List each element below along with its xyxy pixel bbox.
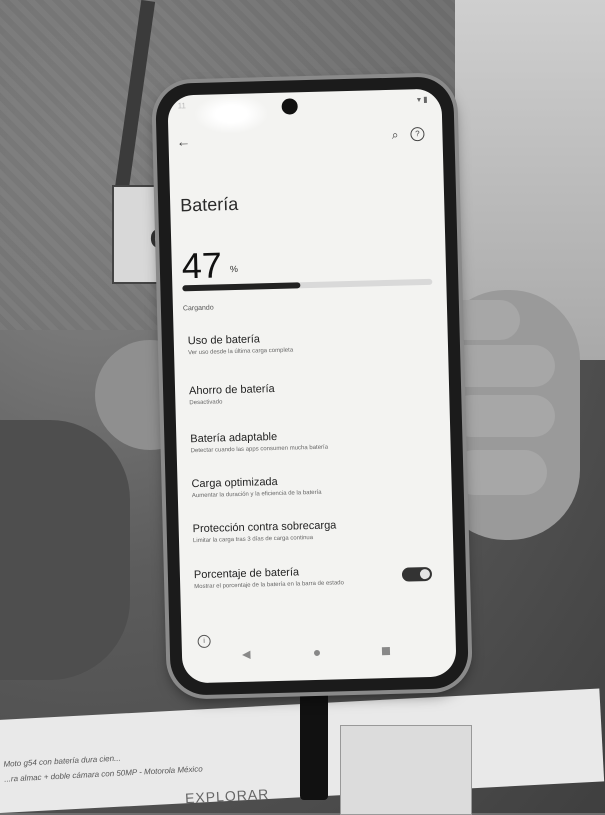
toggle-knob: [419, 568, 431, 580]
screen-glare: [193, 93, 270, 135]
finger: [452, 450, 547, 495]
nav-back-icon[interactable]: ◀: [242, 648, 251, 661]
page-title: Batería: [179, 193, 239, 216]
setting-battery-percentage[interactable]: Porcentaje de batería Mostrar el porcent…: [194, 564, 385, 591]
nav-home-icon[interactable]: [313, 649, 321, 657]
battery-percentage-toggle[interactable]: [401, 566, 433, 582]
nav-recents-icon[interactable]: [381, 647, 391, 656]
finger: [450, 395, 555, 437]
setting-optimized-charging[interactable]: Carga optimizada Aumentar la duración y …: [191, 472, 435, 500]
charging-cable: [300, 690, 328, 800]
setting-adaptive-battery[interactable]: Batería adaptable Detectar cuando las ap…: [190, 427, 434, 455]
phone: 11 ▾ ▮ ← ⌕ ? Batería 47 % Cargando Uso d…: [155, 76, 469, 696]
setting-overcharge-protection[interactable]: Protección contra sobrecarga Limitar la …: [193, 517, 437, 545]
navigation-bar: ◀: [182, 642, 456, 669]
info-icon: i: [197, 634, 211, 649]
battery-unit: %: [229, 263, 239, 275]
paper-text-line: Moto g54 con batería dura cien...: [3, 753, 121, 769]
front-camera: [281, 98, 298, 115]
help-icon[interactable]: ?: [410, 126, 425, 142]
finger: [445, 345, 555, 387]
status-icons: ▾ ▮: [416, 94, 428, 105]
status-time: 11: [177, 101, 187, 111]
battery-level: 47: [181, 244, 223, 287]
setting-battery-saver[interactable]: Ahorro de batería Desactivado: [189, 379, 433, 407]
charging-status: Cargando: [182, 304, 214, 313]
setting-battery-usage[interactable]: Uso de batería Ver uso desde la última c…: [188, 329, 432, 357]
search-icon[interactable]: ⌕: [392, 128, 399, 143]
back-arrow-icon[interactable]: ←: [176, 133, 190, 149]
paper-text-line: ...ra almac + doble cámara con 50MP - Mo…: [4, 764, 203, 784]
product-box: [340, 725, 472, 815]
phone-screen: 11 ▾ ▮ ← ⌕ ? Batería 47 % Cargando Uso d…: [167, 88, 457, 684]
left-arm: [0, 420, 130, 680]
